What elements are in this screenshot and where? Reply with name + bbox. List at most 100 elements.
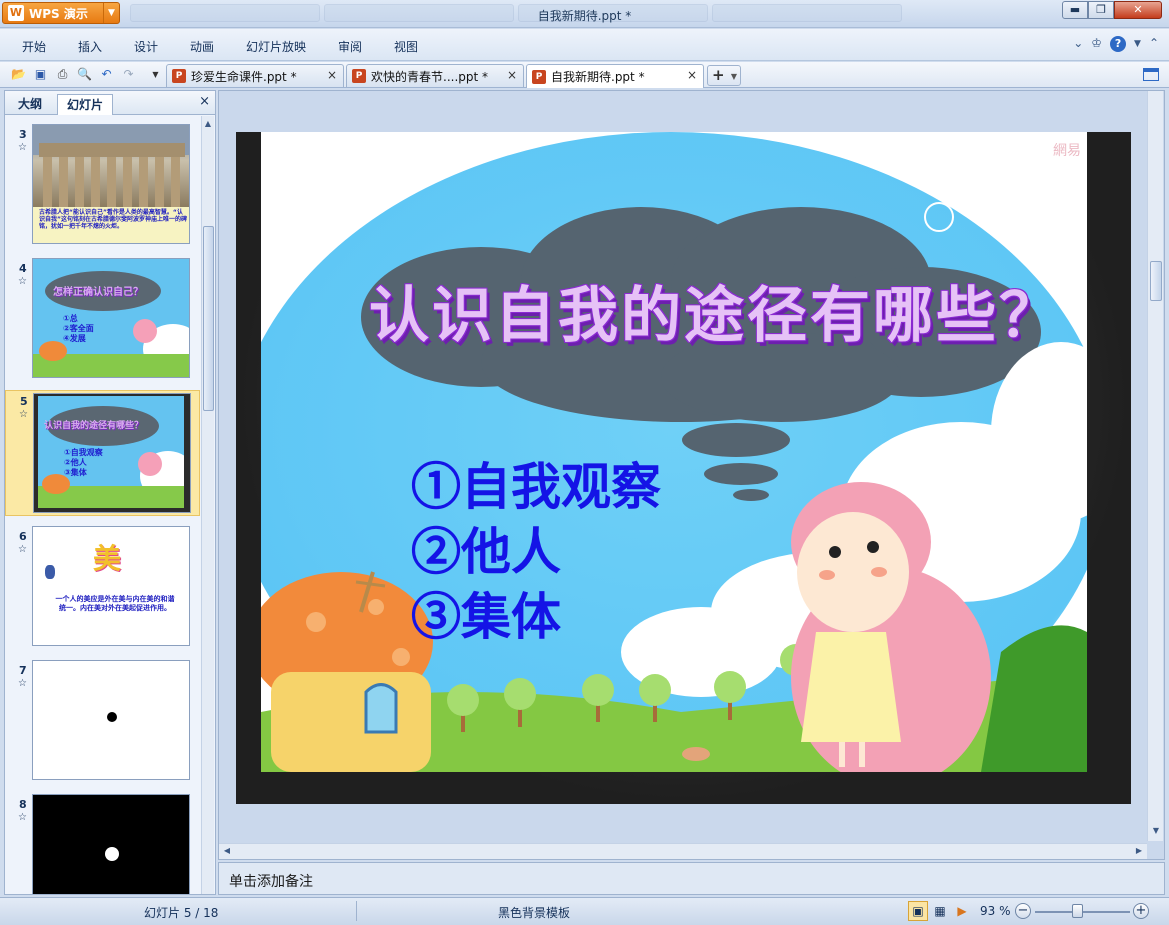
scroll-up-icon[interactable]: ▲ [202, 118, 214, 130]
menu-slideshow[interactable]: 幻灯片放映 [246, 38, 306, 55]
animation-star-icon: ☆ [18, 544, 27, 555]
slide-editor: 網易 认识自我的途径有哪些？ ①自我观察 ②他人 ③集体 ▼ ◀ ▶ [218, 90, 1165, 860]
slide-thumbnail-4[interactable]: 4 ☆ 怎样正确认识自己？ ①总 ②客全面 ④发展 [5, 258, 200, 380]
minimize-button[interactable]: ▬ [1062, 1, 1088, 19]
chevron-down-icon[interactable]: ▼ [731, 67, 737, 86]
close-button[interactable]: ✕ [1114, 1, 1162, 19]
window-title: 自我新期待.ppt * [537, 9, 632, 23]
slide-thumbnail-7[interactable]: 7 ☆ [5, 660, 200, 782]
slide-thumbnail-3[interactable]: 3 ☆ 古希腊人把“能认识自己”看作是人类的最高智慧。“认识自我”这句铭刻在古希… [5, 124, 200, 246]
new-tab-button[interactable]: + ▼ [707, 65, 741, 86]
zoom-slider-handle[interactable] [1072, 904, 1083, 918]
slide-bullet-3[interactable]: ③集体 [411, 577, 561, 649]
open-folder-icon[interactable]: 📂 [10, 66, 27, 83]
slide-number: 5 [20, 395, 28, 408]
scroll-left-icon[interactable]: ◀ [221, 845, 233, 857]
slide-number: 3 [19, 128, 27, 141]
scroll-down-icon[interactable]: ▼ [1150, 825, 1162, 837]
status-bar: 幻灯片 5 / 18 黑色背景模板 ▣ ▦ ▶ 93 % − + [0, 897, 1169, 925]
current-slide[interactable]: 網易 认识自我的途径有哪些？ ①自我观察 ②他人 ③集体 [261, 132, 1087, 772]
redo-icon[interactable]: ↷ [120, 66, 137, 83]
doc-tab-2[interactable]: P 欢快的青春节....ppt * × [346, 64, 524, 87]
animation-star-icon: ☆ [18, 142, 27, 153]
slide-thumb-title: 怎样正确认识自己？ [53, 287, 143, 298]
tab-outline[interactable]: 大纲 [9, 94, 51, 115]
chevron-down-icon[interactable]: ▼ [1134, 39, 1141, 52]
skin-icon[interactable]: ♔ [1091, 36, 1102, 52]
scroll-right-icon[interactable]: ▶ [1133, 845, 1145, 857]
undo-icon[interactable]: ↶ [98, 66, 115, 83]
normal-view-button[interactable]: ▣ [908, 901, 928, 921]
thumb-item: ④发展 [63, 334, 86, 343]
save-icon[interactable]: ▣ [32, 66, 49, 83]
close-panel-icon[interactable]: × [199, 94, 210, 109]
close-tab-icon[interactable]: × [687, 68, 697, 82]
ppt-file-icon: P [532, 69, 546, 84]
collapse-ribbon-icon[interactable]: ⌄ [1073, 36, 1083, 52]
tab-slides[interactable]: 幻灯片 [57, 94, 114, 115]
menu-review[interactable]: 审阅 [338, 38, 362, 55]
slide-number: 8 [19, 798, 27, 811]
notes-pane[interactable]: 单击添加备注 [218, 862, 1165, 895]
print-preview-icon[interactable]: 🔍 [76, 66, 93, 83]
thumb-item: ①总 [63, 314, 78, 323]
scrollbar-thumb[interactable] [1150, 261, 1162, 301]
slide-thumbnail-5-selected[interactable]: 5 ☆ 认识自我的途径有哪些？ ①自我观察 ②他人 ③集体 [5, 390, 200, 516]
cartoon-illustration [261, 132, 1087, 772]
doc-tab-1[interactable]: P 珍爱生命课件.ppt * × [166, 64, 344, 87]
print-icon[interactable]: ⎙ [54, 66, 71, 83]
slide-thumb-title: 认识自我的途径有哪些？ [44, 421, 144, 431]
help-icon[interactable]: ? [1110, 36, 1127, 52]
title-bar: W WPS 演示 ▼ 自我新期待.ppt * ▬ ❐ ✕ [0, 0, 1169, 28]
zoom-level: 93 % [980, 904, 1011, 918]
slide-thumbnail-image: 怎样正确认识自己？ ①总 ②客全面 ④发展 [32, 258, 190, 378]
menu-view[interactable]: 视图 [394, 38, 418, 55]
slide-thumbnail-6[interactable]: 6 ☆ 美 一个人的美应是外在美与内在美的和谐统一。内在美对外在美起促进作用。 [5, 526, 200, 648]
thumb-item: ①自我观察 [64, 448, 103, 457]
slide-thumbnail-8[interactable]: 8 ☆ [5, 794, 200, 894]
menu-insert[interactable]: 插入 [78, 38, 102, 55]
doc-tab-label: 欢快的青春节....ppt * [371, 69, 489, 84]
panel-tabs: 大纲 幻灯片 × [5, 91, 215, 115]
slide-bullet-1[interactable]: ①自我观察 [411, 447, 661, 519]
doc-tab-label: 珍爱生命课件.ppt * [191, 69, 297, 84]
slide-caption: 古希腊人把“能认识自己”看作是人类的最高智慧。“认识自我”这句铭刻在古希腊德尔斐… [39, 209, 187, 230]
thumbnail-scrollbar[interactable]: ▲ [201, 116, 214, 894]
close-tab-icon[interactable]: × [327, 68, 337, 82]
slide-position: 幻灯片 5 / 18 [144, 906, 219, 920]
watermark-logo: 網易 [1053, 143, 1081, 159]
slide-title[interactable]: 认识自我的途径有哪些？ [369, 267, 1062, 354]
slide-sorter-button[interactable]: ▦ [930, 901, 950, 921]
slide-number: 6 [19, 530, 27, 543]
editor-horizontal-scrollbar[interactable]: ◀ ▶ [219, 843, 1147, 859]
slide-thumbnail-image: 认识自我的途径有哪些？ ①自我观察 ②他人 ③集体 [33, 393, 191, 513]
ribbon-options-icon[interactable]: ⌃ [1149, 36, 1159, 52]
menu-design[interactable]: 设计 [134, 38, 158, 55]
zoom-out-button[interactable]: − [1015, 903, 1031, 919]
slide-thumb-items: ①总 ②客全面 ④发展 [63, 314, 94, 344]
close-tab-icon[interactable]: × [507, 68, 517, 82]
scrollbar-thumb[interactable] [203, 226, 214, 411]
slide-thumbnail-image [32, 660, 190, 780]
slide-thumb-glyph: 美 [93, 542, 122, 575]
template-name[interactable]: 黑色背景模板 [498, 904, 570, 921]
slide-caption: 一个人的美应是外在美与内在美的和谐统一。内在美对外在美起促进作用。 [55, 595, 175, 612]
cartoon-background [33, 271, 189, 377]
slide-bullet-2[interactable]: ②他人 [411, 512, 561, 584]
slide-background-frame: 網易 认识自我的途径有哪些？ ①自我观察 ②他人 ③集体 [236, 132, 1131, 804]
editor-vertical-scrollbar[interactable]: ▼ [1147, 91, 1163, 841]
dot-shape [105, 847, 119, 861]
thumb-item: ②他人 [64, 458, 87, 467]
ppt-file-icon: P [172, 69, 186, 83]
maximize-button[interactable]: ❐ [1088, 1, 1114, 19]
thumb-item: ③集体 [64, 468, 87, 477]
slideshow-button[interactable]: ▶ [952, 901, 972, 921]
menu-start[interactable]: 开始 [22, 38, 46, 55]
notes-placeholder[interactable]: 单击添加备注 [229, 871, 313, 891]
doc-tab-3-active[interactable]: P 自我新期待.ppt * × [526, 64, 704, 88]
zoom-in-button[interactable]: + [1133, 903, 1149, 919]
window-layout-icon[interactable] [1143, 68, 1159, 81]
customize-toolbar-icon[interactable]: ▼ [147, 66, 164, 83]
thumb-item: ②客全面 [63, 324, 94, 333]
menu-animation[interactable]: 动画 [190, 38, 214, 55]
